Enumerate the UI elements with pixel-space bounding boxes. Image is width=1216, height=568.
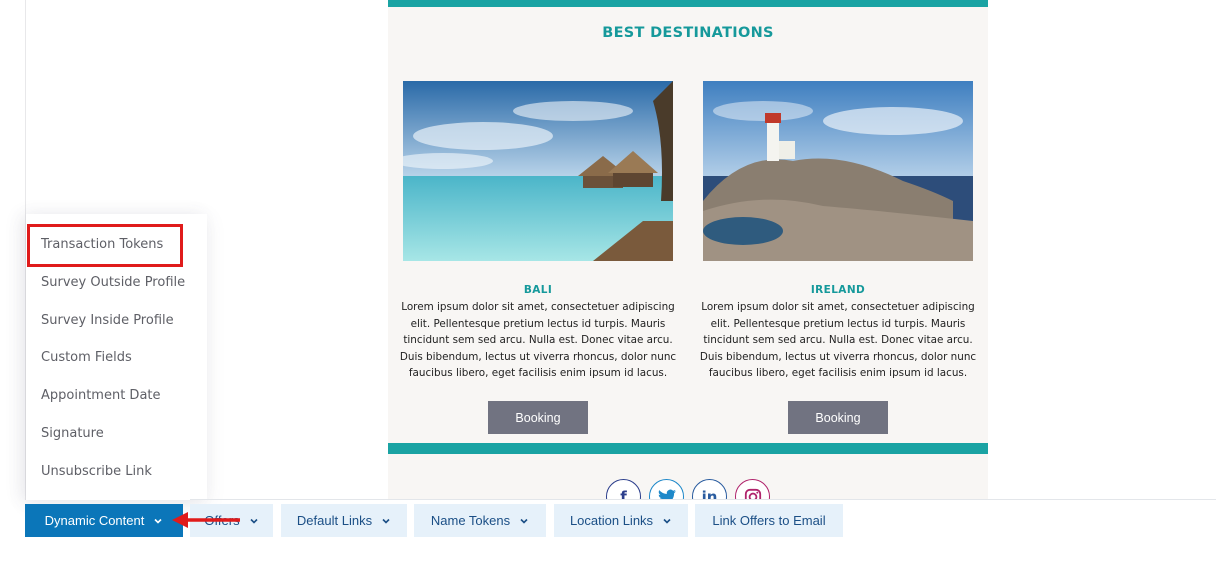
chevron-down-icon <box>663 518 671 524</box>
menu-item-transaction-tokens[interactable]: Transaction Tokens <box>41 237 163 252</box>
link-offers-to-email-button[interactable]: Link Offers to Email <box>695 504 843 537</box>
chevron-down-icon <box>250 518 258 524</box>
chevron-down-icon <box>520 518 528 524</box>
email-top-bar <box>388 0 988 7</box>
menu-item-survey-inside-profile[interactable]: Survey Inside Profile <box>41 313 174 328</box>
email-preview: BEST DESTINATIONS BALI Lorem ipsum dolor… <box>388 0 988 500</box>
chevron-down-icon <box>154 518 162 524</box>
facebook-icon[interactable]: f <box>606 479 641 500</box>
email-section-title: BEST DESTINATIONS <box>602 25 774 41</box>
dynamic-content-label: Dynamic Content <box>44 513 145 528</box>
menu-item-unsubscribe-link[interactable]: Unsubscribe Link <box>41 464 152 479</box>
menu-item-signature[interactable]: Signature <box>41 426 104 441</box>
booking-button-ireland[interactable]: Booking <box>788 401 888 434</box>
destination-description: Lorem ipsum dolor sit amet, consectetuer… <box>699 301 977 379</box>
menu-item-survey-outside-profile[interactable]: Survey Outside Profile <box>41 275 185 290</box>
destination-description: Lorem ipsum dolor sit amet, consectetuer… <box>399 301 677 379</box>
instagram-icon[interactable] <box>735 479 770 500</box>
toolbar-divider <box>190 499 1216 500</box>
booking-button-bali[interactable]: Booking <box>488 401 588 434</box>
bali-photo <box>403 81 673 261</box>
chevron-down-icon <box>382 518 390 524</box>
link-offers-label: Link Offers to Email <box>712 513 826 528</box>
annotation-arrow-icon <box>172 512 240 528</box>
twitter-icon[interactable] <box>649 479 684 500</box>
default-links-button[interactable]: Default Links <box>281 504 407 537</box>
linkedin-icon[interactable]: in <box>692 479 727 500</box>
email-bottom-bar <box>388 443 988 454</box>
location-links-button[interactable]: Location Links <box>554 504 688 537</box>
menu-item-custom-fields[interactable]: Custom Fields <box>41 350 132 365</box>
menu-item-appointment-date[interactable]: Appointment Date <box>41 388 161 403</box>
name-tokens-label: Name Tokens <box>430 513 511 528</box>
editor-page: BEST DESTINATIONS BALI Lorem ipsum dolor… <box>0 0 1216 568</box>
location-links-label: Location Links <box>569 513 654 528</box>
ireland-photo <box>703 81 973 261</box>
default-links-label: Default Links <box>296 513 373 528</box>
dynamic-content-menu: Transaction Tokens Survey Outside Profil… <box>26 214 207 500</box>
name-tokens-button[interactable]: Name Tokens <box>414 504 546 537</box>
dynamic-content-button[interactable]: Dynamic Content <box>25 504 183 537</box>
destination-name: IRELAND <box>810 284 866 296</box>
destination-name: BALI <box>523 284 553 296</box>
